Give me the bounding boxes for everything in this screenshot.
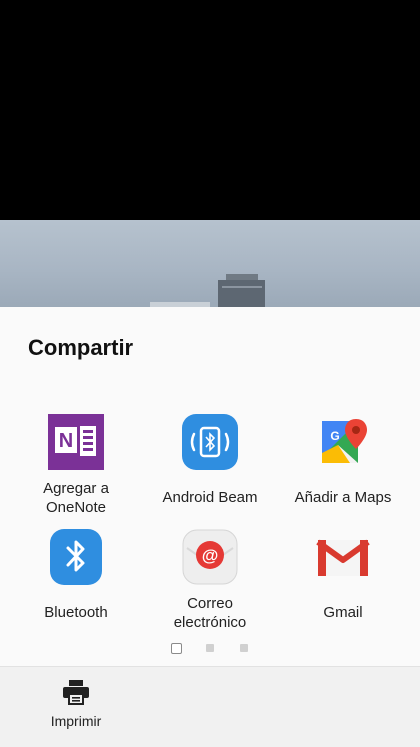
share-sheet: Compartir N Agregar a OneNote Android Be… xyxy=(0,307,420,747)
page-dot-current xyxy=(171,643,182,654)
android-beam-icon xyxy=(181,413,239,471)
bottom-action-bar: Imprimir xyxy=(0,666,420,747)
share-target-label: Android Beam xyxy=(162,489,258,506)
share-target-maps[interactable]: G Añadir a Maps xyxy=(273,413,413,507)
print-button[interactable]: Imprimir xyxy=(36,679,116,729)
share-target-label: Correo electrónico xyxy=(173,595,247,631)
svg-text:N: N xyxy=(59,430,73,452)
share-target-onenote[interactable]: N Agregar a OneNote xyxy=(6,413,146,517)
share-target-gmail[interactable]: Gmail xyxy=(273,528,413,622)
share-sheet-title: Compartir xyxy=(28,335,134,360)
page-indicator xyxy=(0,643,420,657)
share-target-bluetooth[interactable]: Bluetooth xyxy=(6,528,146,622)
share-target-label: Añadir a Maps xyxy=(294,489,392,506)
share-target-label: Agregar a OneNote xyxy=(43,480,109,516)
svg-text:@: @ xyxy=(202,546,219,565)
printer-icon xyxy=(63,680,89,705)
share-target-label: Bluetooth xyxy=(44,604,108,621)
gmail-icon xyxy=(314,528,372,586)
black-top-area xyxy=(0,0,420,220)
svg-text:G: G xyxy=(330,429,339,443)
email-icon: @ xyxy=(181,528,239,586)
background-photo xyxy=(0,220,420,307)
onenote-icon: N xyxy=(47,413,105,471)
page-dot xyxy=(240,644,248,652)
share-target-android-beam[interactable]: Android Beam xyxy=(140,413,280,507)
building xyxy=(218,280,265,307)
share-target-label: Gmail xyxy=(323,604,363,621)
bluetooth-icon xyxy=(47,528,105,586)
share-target-email[interactable]: @ Correo electrónico xyxy=(140,528,280,632)
print-label: Imprimir xyxy=(50,713,102,729)
google-maps-icon: G xyxy=(314,413,372,471)
page-dot xyxy=(206,644,214,652)
building-ledge xyxy=(222,286,262,288)
